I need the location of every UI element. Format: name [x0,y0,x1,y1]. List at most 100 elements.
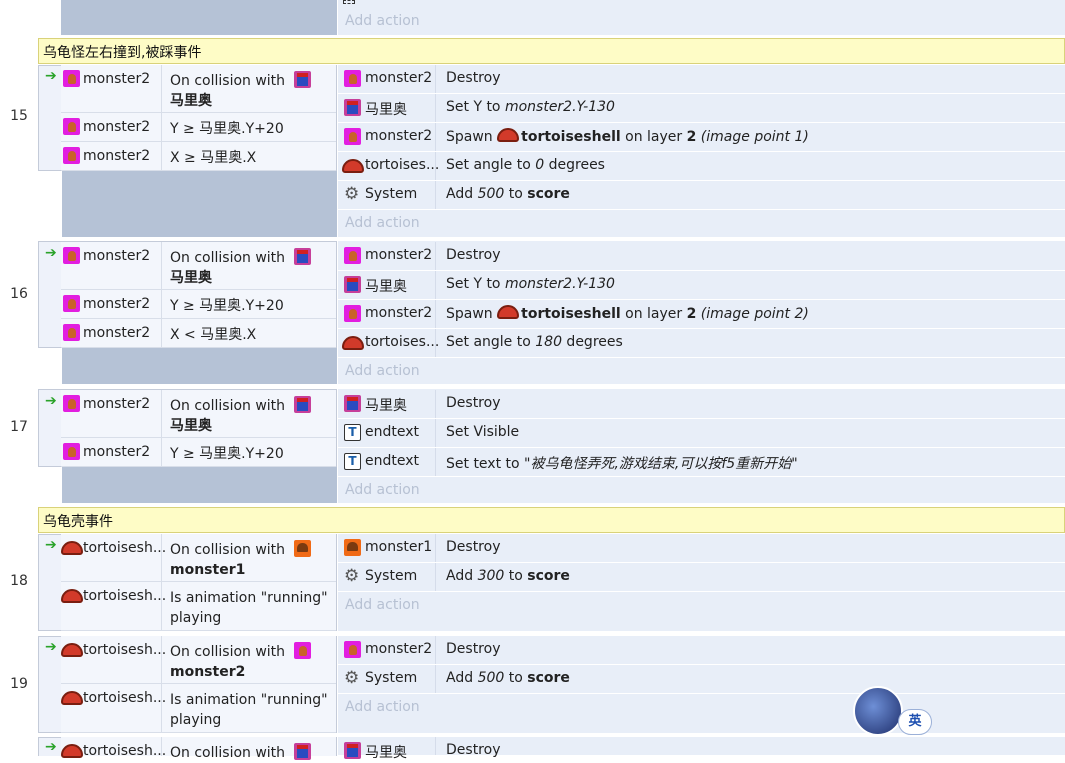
action-object: System [365,568,418,584]
monster2-icon [63,295,80,312]
action-row[interactable]: 马里奥 Destroy [338,390,1065,419]
condition-row[interactable]: tortoisesh... Is animation "running" pla… [61,582,336,631]
condition-row[interactable]: monster2 X ≥ 马里奥.X [61,142,336,171]
action-object: System [365,186,418,202]
condition-row[interactable]: tortoisesh... On collision with monster2 [61,636,336,684]
mario-icon [344,742,361,759]
condition-target: 马里奥 [170,418,212,434]
event-number: 18 [10,573,28,589]
action-row[interactable]: ⚙ System Add 500 to score [338,665,1065,694]
condition-row[interactable]: monster2 On collision with 马里奥 [61,65,336,113]
action-object: monster2 [365,70,433,86]
condition-text: On collision with [170,745,286,761]
condition-filler [62,348,337,384]
action-row[interactable]: ⚙ System Add 500 to score [338,181,1065,210]
tortoiseshell-icon [497,305,520,319]
action-object: endtext [365,424,420,440]
condition-text: On collision with [170,398,286,414]
action-row[interactable]: T endtext Set text to "被乌龟怪弄死,游戏结束,可以按f5… [338,448,1065,477]
previous-event-condition-filler [61,0,337,35]
action-param: monster2.Y-130 [504,276,615,292]
condition-object: tortoisesh... [83,690,167,706]
event-group-header[interactable]: 乌龟壳事件 [38,507,1065,533]
add-action-link[interactable]: Add action [345,215,420,231]
text-object-icon: T [344,453,361,470]
condition-text: On collision with [170,250,286,266]
action-text: Set text to " [446,456,531,472]
action-object: monster2 [365,305,433,321]
previous-event-actions [338,0,1065,35]
action-object: 马里奥 [365,279,407,295]
condition-row[interactable]: monster2 On collision with 马里奥 [61,242,336,290]
action-text: to [504,568,528,584]
gear-icon: ⚙ [344,184,360,204]
monster2-icon [293,642,311,659]
ime-language-toggle[interactable]: 英 [898,709,932,735]
add-action-link[interactable]: Add action [345,597,420,613]
condition-row[interactable]: tortoisesh... Is animation "running" pla… [61,684,336,733]
action-row[interactable]: tortoises... Set angle to 180 degrees [338,329,1065,358]
add-action-link[interactable]: Add action [345,13,420,29]
event-number: 19 [10,676,28,692]
tortoiseshell-icon [61,643,83,657]
mario-icon [293,396,311,413]
trigger-arrow-icon: ➔ [45,639,57,655]
mario-icon [293,743,311,760]
tortoiseshell-icon [61,691,83,705]
action-row[interactable]: monster2 Spawn tortoiseshell on layer 2 … [338,300,1065,329]
action-row[interactable]: monster2 Destroy [338,242,1065,271]
action-row[interactable]: monster1 Destroy [338,534,1065,563]
trigger-arrow-icon: ➔ [45,739,57,755]
condition-row[interactable]: tortoisesh... On collision with monster1 [61,534,336,582]
monster2-icon [63,147,80,164]
add-action-link[interactable]: Add action [345,482,420,498]
action-row[interactable]: ⚙ System Add 300 to score [338,563,1065,592]
condition-text: Is animation "running" playing [170,590,328,626]
condition-row[interactable]: monster2 Y ≥ 马里奥.Y+20 [61,113,336,142]
action-text: Add [446,568,478,584]
condition-target: 马里奥 [170,270,212,286]
event-number: 16 [10,286,28,302]
selection-marker [343,0,355,4]
ime-avatar-icon[interactable] [853,686,903,736]
action-param: 2 [686,129,697,145]
monster2-icon [63,443,80,460]
action-param: score [527,568,570,584]
condition-row[interactable]: monster2 On collision with 马里奥 [61,390,336,438]
add-action-link[interactable]: Add action [345,699,420,715]
action-row[interactable]: monster2 Destroy [338,65,1065,94]
monster2-icon [344,70,361,87]
trigger-arrow-icon: ➔ [45,68,57,84]
action-row[interactable]: T endtext Set Visible [338,419,1065,448]
action-param: 180 [535,334,562,350]
condition-row[interactable]: monster2 X < 马里奥.X [61,319,336,348]
condition-row[interactable]: monster2 Y ≥ 马里奥.Y+20 [61,438,336,467]
action-row[interactable]: tortoises... Set angle to 0 degrees [338,152,1065,181]
action-param: 500 [477,670,505,686]
action-row[interactable]: monster2 Destroy [338,636,1065,665]
action-text: " [791,456,798,472]
monster2-icon [63,118,80,135]
action-param: 2 [686,306,697,322]
add-action-link[interactable]: Add action [345,363,420,379]
group-title: 乌龟壳事件 [43,514,113,530]
gear-icon: ⚙ [344,668,360,688]
action-text: Set Visible [446,424,520,440]
action-param: tortoiseshell [521,306,621,322]
condition-text: On collision with [170,644,286,660]
condition-object: monster2 [83,296,151,312]
action-param: 300 [477,568,505,584]
action-param: tortoiseshell [521,129,621,145]
condition-row[interactable]: monster2 Y ≥ 马里奥.Y+20 [61,290,336,319]
action-row[interactable]: 马里奥 Set Y to monster2.Y-130 [338,271,1065,300]
action-row[interactable]: 马里奥 Set Y to monster2.Y-130 [338,94,1065,123]
condition-text: X < 马里奥.X [170,327,257,343]
monster1-icon [344,539,361,556]
condition-target: monster2 [170,664,246,680]
tortoiseshell-icon [61,589,83,603]
event-group-header[interactable]: 乌龟怪左右撞到,被踩事件 [38,38,1065,64]
action-text: Add [446,670,478,686]
condition-row[interactable]: tortoisesh... On collision with [61,737,336,761]
action-row[interactable]: monster2 Spawn tortoiseshell on layer 2 … [338,123,1065,152]
action-row[interactable]: 马里奥 Destroy [338,737,1065,761]
